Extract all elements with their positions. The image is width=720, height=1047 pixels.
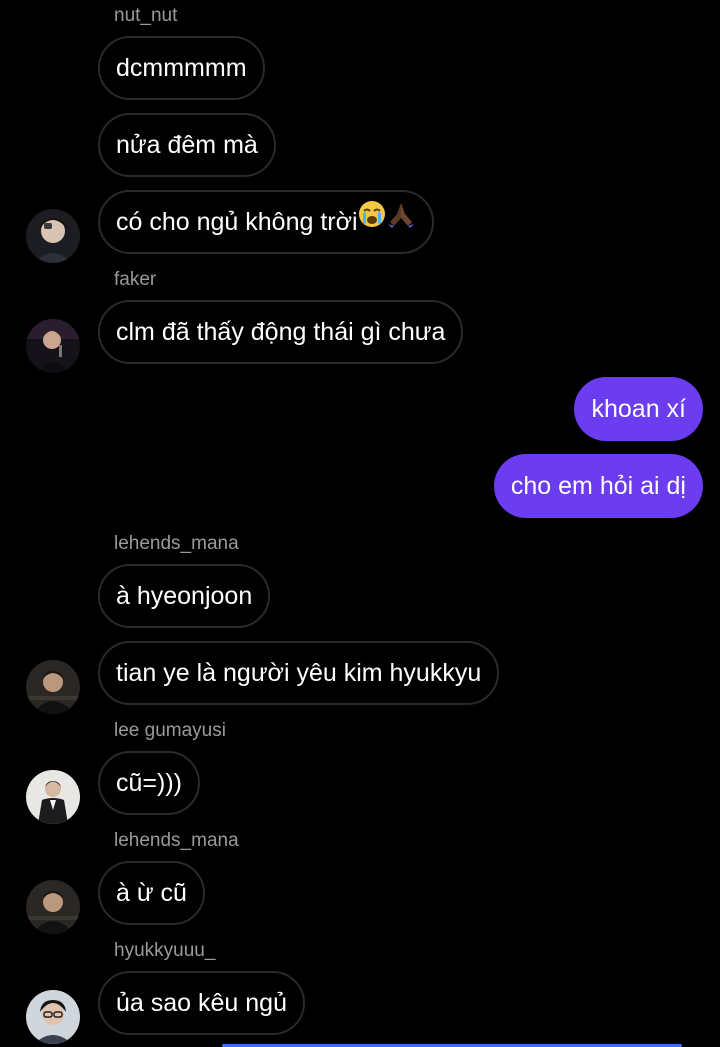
message-text: nửa đêm mà: [116, 131, 258, 159]
message-bubble[interactable]: clm đã thấy động thái gì chưa: [98, 300, 464, 364]
message-text: cũ=))): [116, 769, 182, 797]
message-text: cho em hỏi ai dị: [510, 472, 686, 500]
sender-name: lehends_mana: [114, 533, 239, 554]
avatar[interactable]: [26, 209, 80, 263]
message-text: clm đã thấy động thái gì chưa: [116, 318, 446, 346]
avatar[interactable]: [26, 660, 80, 714]
avatar[interactable]: [26, 319, 80, 373]
message-bubble[interactable]: có cho ngủ không trời: [98, 190, 434, 254]
sender-name: lehends_mana: [114, 830, 239, 851]
message-text: tian ye là người yêu kim hyukkyu: [116, 659, 482, 687]
message-text: à ừ cũ: [116, 879, 187, 907]
sender-name: faker: [114, 269, 157, 290]
avatar[interactable]: [26, 770, 80, 824]
sender-name: hyukkyuuu_: [114, 940, 216, 961]
message-text: khoan xí: [591, 395, 686, 423]
message-text: dcmmmmm: [116, 54, 247, 82]
message-bubble[interactable]: ủa sao kêu ngủ: [98, 971, 305, 1035]
sender-name: nut_nut: [114, 5, 178, 26]
avatar[interactable]: [26, 990, 80, 1044]
message-bubble[interactable]: cũ=))): [98, 751, 200, 815]
sent-message-bubble[interactable]: khoan xí: [574, 377, 703, 441]
folded-hands-icon: [386, 190, 416, 250]
message-text: à hyeonjoon: [116, 582, 253, 610]
sent-message-bubble[interactable]: cho em hỏi ai dị: [493, 454, 703, 518]
chat-thread: nut_nut dcmmmmm nửa đêm mà có cho ngủ kh…: [0, 0, 720, 1047]
message-bubble[interactable]: tian ye là người yêu kim hyukkyu: [98, 641, 500, 705]
message-bubble[interactable]: à hyeonjoon: [98, 564, 271, 628]
crying-face-icon: [358, 190, 386, 250]
message-text: ủa sao kêu ngủ: [116, 989, 287, 1017]
avatar[interactable]: [26, 880, 80, 934]
message-bubble[interactable]: dcmmmmm: [98, 36, 265, 100]
message-text: có cho ngủ không trời: [116, 208, 358, 236]
sender-name: lee gumayusi: [114, 720, 226, 741]
message-bubble[interactable]: à ừ cũ: [98, 861, 205, 925]
message-bubble[interactable]: nửa đêm mà: [98, 113, 276, 177]
